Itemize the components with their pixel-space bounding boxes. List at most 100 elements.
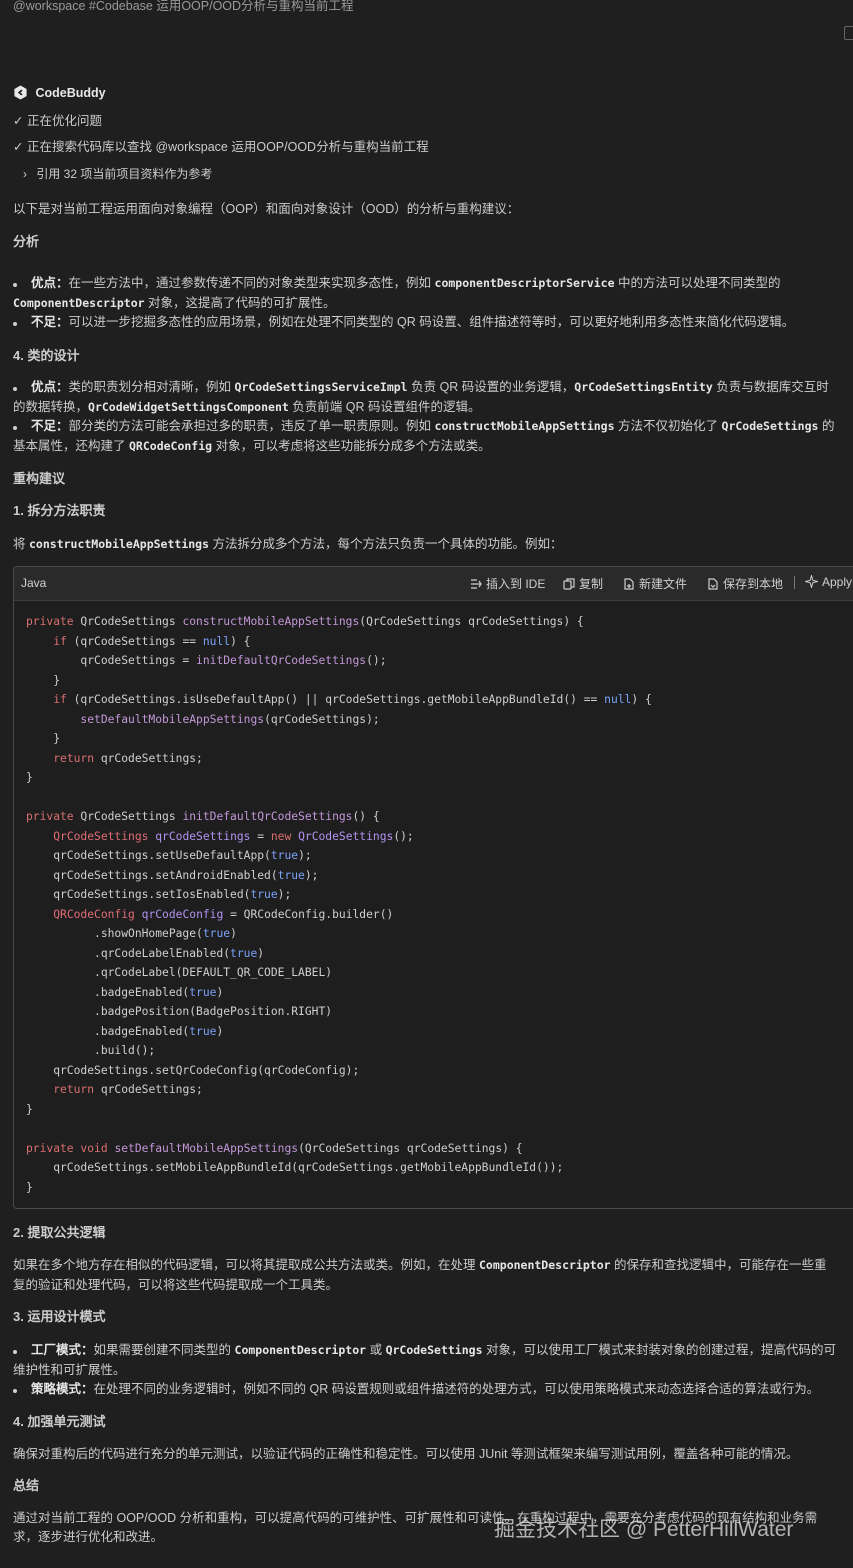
cons-text: 可以进一步挖掘多态性的应用场景，例如在处理不同类型的 QR 码设置、组件描述符等… bbox=[68, 315, 795, 329]
extract-heading: 2. 提取公共逻辑 bbox=[13, 1225, 106, 1240]
user-prompt: @workspace #Codebase 运用OOP/OOD分析与重构当前工程 bbox=[13, 0, 354, 13]
code-line: qrCodeSettings.setIosEnabled(true); bbox=[26, 888, 292, 901]
inline-code: QrCodeSettings bbox=[385, 1343, 483, 1357]
class-design-pros-line2: 的数据转换，QrCodeWidgetSettingsComponent 负责前端… bbox=[13, 398, 481, 418]
factory-pattern-line2: 维护性和可扩展性。 bbox=[13, 1363, 126, 1377]
inline-code: constructMobileAppSettings bbox=[434, 419, 615, 433]
split-text-part: 将 bbox=[13, 537, 26, 551]
assistant-name: CodeBuddy bbox=[35, 86, 106, 100]
check-icon: ✓ bbox=[13, 140, 24, 154]
pros-text: 负责前端 QR 码设置组件的逻辑。 bbox=[292, 400, 481, 414]
apply-label: Apply bbox=[822, 575, 853, 589]
bullet bbox=[13, 322, 17, 326]
code-line: return qrCodeSettings; bbox=[53, 1083, 203, 1096]
code-line: qrCodeSettings = initDefaultQrCodeSettin… bbox=[26, 654, 387, 667]
refactor-heading: 重构建议 bbox=[13, 471, 66, 486]
code-line: } bbox=[26, 1180, 33, 1194]
analysis-heading: 分析 bbox=[13, 234, 40, 249]
pros-text: 的数据转换， bbox=[13, 400, 89, 414]
pros-text: 中的方法可以处理不同类型的 bbox=[618, 276, 781, 290]
factory-text: 或 bbox=[369, 1343, 383, 1357]
insert-ide-label: 插入到 IDE bbox=[486, 577, 546, 591]
check-icon: ✓ bbox=[13, 114, 24, 128]
copy-label: 复制 bbox=[579, 577, 604, 591]
apply-button[interactable]: Apply bbox=[803, 573, 853, 590]
split-heading: 1. 拆分方法职责 bbox=[13, 503, 106, 518]
code-line: .qrCodeLabel(DEFAULT_QR_CODE_LABEL) bbox=[26, 966, 333, 979]
extract-text: 如果在多个地方存在相似的代码逻辑，可以将其提取成公共方法或类。例如，在处理 Co… bbox=[13, 1256, 827, 1276]
factory-pattern: 工厂模式：如果需要创建不同类型的 ComponentDescriptor 或 Q… bbox=[31, 1341, 836, 1361]
cons-label: 不足： bbox=[31, 315, 69, 329]
insert-icon bbox=[471, 579, 482, 589]
pros-label: 优点： bbox=[31, 276, 69, 290]
inline-code: QrCodeSettingsServiceImpl bbox=[234, 380, 408, 394]
new-file-label: 新建文件 bbox=[639, 577, 688, 591]
extract-text-part: 如果在多个地方存在相似的代码逻辑，可以将其提取成公共方法或类。例如，在处理 bbox=[13, 1258, 476, 1272]
copy-icon bbox=[563, 578, 575, 590]
code-line: } bbox=[26, 732, 61, 745]
extract-text-line2: 复的验证和处理代码，可以将这些代码提取成一个工具类。 bbox=[13, 1278, 339, 1292]
save-local-label: 保存到本地 bbox=[723, 577, 784, 591]
intro-text: 以下是对当前工程运用面向对象编程（OOP）和面向对象设计（OOD）的分析与重构建… bbox=[13, 202, 520, 216]
pros-text: 负责 QR 码设置的业务逻辑， bbox=[411, 380, 575, 394]
insert-ide-button[interactable]: 插入到 IDE bbox=[470, 575, 545, 592]
class-design-cons-line2: 基本属性，还构建了 QRCodeConfig 对象，可以考虑将这些功能拆分成多个… bbox=[13, 437, 491, 457]
inline-code: QrCodeSettingsEntity bbox=[574, 380, 713, 394]
code-line: qrCodeSettings.setUseDefaultApp(true); bbox=[26, 849, 312, 862]
code-line: private QrCodeSettings constructMobileAp… bbox=[26, 615, 584, 628]
code-block-header: Java 插入到 IDE 复制 新建文件 保存到本地 Apply bbox=[14, 567, 853, 601]
code-line: setDefaultMobileAppSettings(qrCodeSettin… bbox=[80, 712, 380, 726]
inline-code: ComponentDescriptor bbox=[13, 296, 145, 310]
sparkle-icon bbox=[803, 573, 820, 590]
bullet bbox=[13, 387, 17, 391]
assistant-header: CodeBuddy bbox=[13, 85, 106, 100]
new-file-button[interactable]: 新建文件 bbox=[623, 575, 687, 592]
analysis-pros: 优点：在一些方法中，通过参数传递不同的对象类型来实现多态性，例如 compone… bbox=[31, 274, 781, 294]
save-icon bbox=[708, 578, 718, 590]
code-content: private QrCodeSettings constructMobileAp… bbox=[26, 612, 652, 1197]
cons-text: 方法不仅初始化了 bbox=[618, 419, 719, 433]
save-local-button[interactable]: 保存到本地 bbox=[707, 575, 783, 592]
class-design-heading: 4. 类的设计 bbox=[13, 348, 80, 363]
code-line: QrCodeSettings qrCodeSettings = new QrCo… bbox=[53, 829, 414, 843]
code-block: Java 插入到 IDE 复制 新建文件 保存到本地 Apply private… bbox=[13, 566, 853, 1209]
code-line: } bbox=[26, 1102, 33, 1116]
toolbar-divider bbox=[794, 576, 795, 589]
factory-text: 如果需要创建不同类型的 bbox=[93, 1343, 232, 1357]
cons-text: 对象，可以考虑将这些功能拆分成多个方法或类。 bbox=[215, 439, 491, 453]
code-line: if (qrCodeSettings == null) { bbox=[53, 634, 251, 648]
inline-code: ComponentDescriptor bbox=[234, 1343, 367, 1357]
strategy-label: 策略模式： bbox=[31, 1382, 94, 1396]
cons-text: 基本属性，还构建了 bbox=[13, 439, 126, 453]
code-line: QRCodeConfig qrCodeConfig = QRCodeConfig… bbox=[53, 907, 394, 921]
factory-label: 工厂模式： bbox=[31, 1343, 94, 1357]
code-line: qrCodeSettings.setMobileAppBundleId(qrCo… bbox=[26, 1161, 564, 1174]
pros-text: 负责与数据库交互时 bbox=[716, 380, 829, 394]
testing-text: 确保对重构后的代码进行充分的单元测试，以验证代码的正确性和稳定性。可以使用 JU… bbox=[13, 1447, 799, 1461]
code-line: if (qrCodeSettings.isUseDefaultApp() || … bbox=[53, 693, 652, 706]
step-1-text: 正在优化问题 bbox=[26, 114, 102, 128]
code-line: private void setDefaultMobileAppSettings… bbox=[26, 1141, 523, 1155]
split-text: 将 constructMobileAppSettings 方法拆分成多个方法，每… bbox=[13, 535, 563, 555]
code-line: } bbox=[26, 673, 61, 687]
factory-text: 对象，可以使用工厂模式来封装对象的创建过程，提高代码的可 bbox=[485, 1343, 836, 1357]
cons-label: 不足： bbox=[31, 419, 69, 433]
code-line: .badgePosition(BadgePosition.RIGHT) bbox=[26, 1005, 333, 1018]
copy-button[interactable]: 复制 bbox=[563, 575, 603, 592]
code-line: private QrCodeSettings initDefaultQrCode… bbox=[26, 810, 380, 823]
class-design-cons: 不足：部分类的方法可能会承担过多的职责，违反了单一职责原则。例如 constru… bbox=[31, 417, 834, 437]
references-text: 引用 32 项当前项目资料作为参考 bbox=[36, 167, 213, 181]
step-1: ✓ 正在优化问题 bbox=[13, 110, 102, 129]
watermark: 掘金技术社区 @ PetterHillWater bbox=[494, 1518, 794, 1541]
inline-code: componentDescriptorService bbox=[434, 276, 615, 290]
inline-code: QrCodeWidgetSettingsComponent bbox=[88, 400, 289, 414]
copy-prompt-icon[interactable] bbox=[844, 26, 853, 40]
bullet bbox=[13, 1350, 17, 1354]
bullet bbox=[13, 426, 17, 430]
references-toggle[interactable]: › 引用 32 项当前项目资料作为参考 bbox=[23, 165, 212, 182]
code-line: .build(); bbox=[26, 1044, 156, 1057]
code-line: .showOnHomePage(true) bbox=[26, 927, 237, 940]
chevron-right-icon: › bbox=[23, 167, 27, 181]
code-line: .qrCodeLabelEnabled(true) bbox=[26, 946, 265, 960]
cons-text: 的 bbox=[821, 419, 835, 433]
